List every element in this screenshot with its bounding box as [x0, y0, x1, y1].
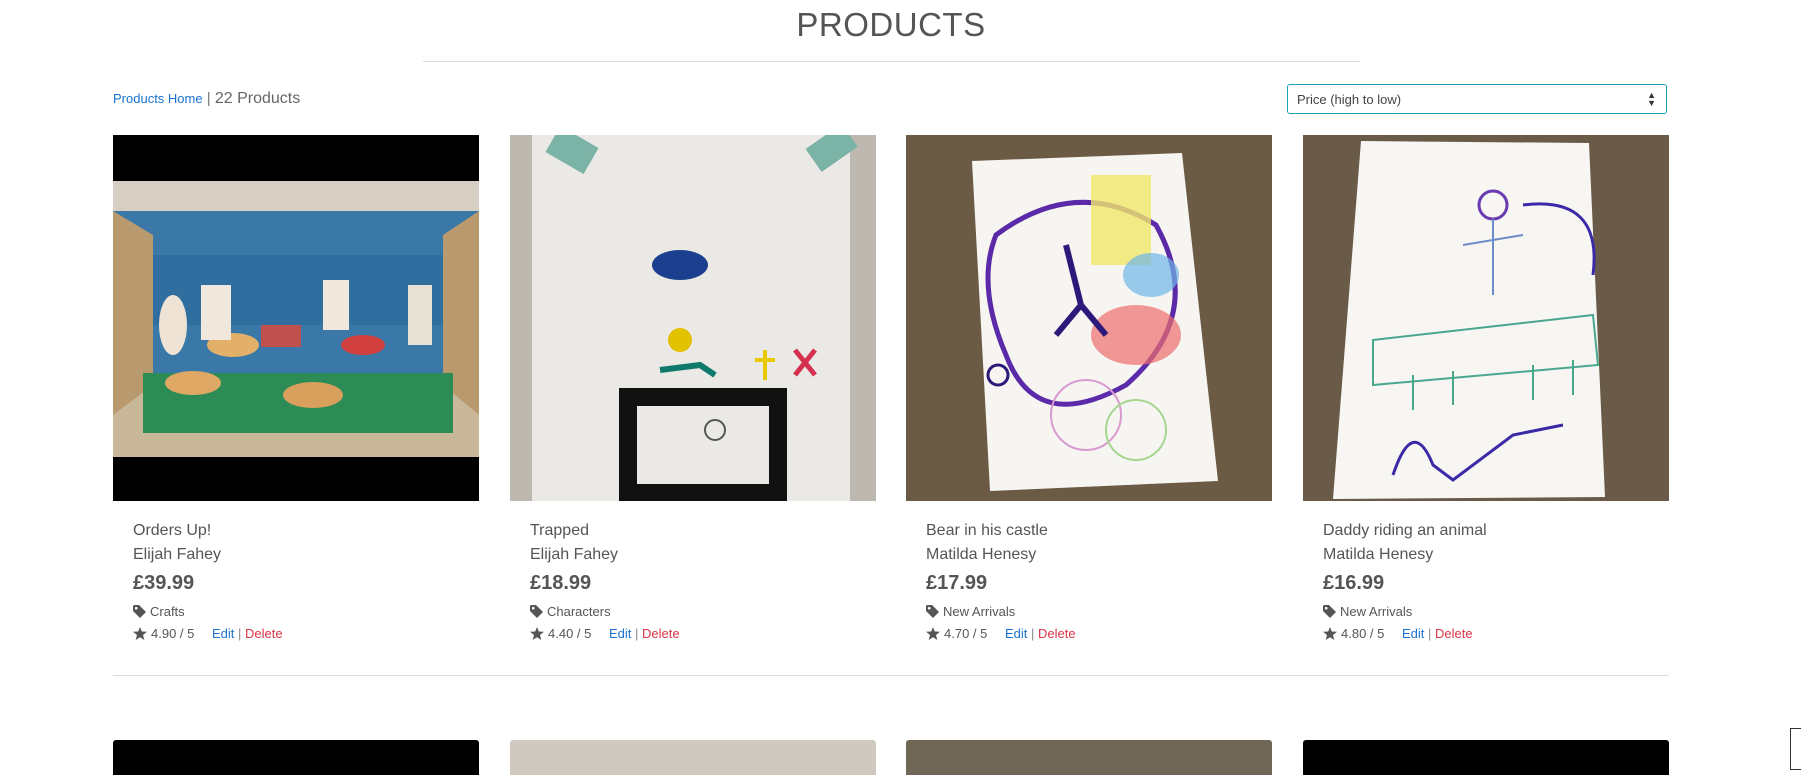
product-info: Bear in his castle Matilda Henesy £17.99…	[926, 522, 1256, 641]
link-separator: |	[238, 626, 242, 641]
product-name[interactable]: Daddy riding an animal	[1323, 522, 1653, 546]
tag-icon	[926, 605, 939, 618]
product-category[interactable]: Characters	[530, 604, 860, 626]
product-price: £16.99	[1323, 572, 1385, 594]
tag-icon	[530, 605, 543, 618]
sort-arrows-icon: ▲ ▼	[1647, 90, 1656, 108]
delete-link[interactable]: Delete	[245, 626, 283, 641]
star-icon	[926, 627, 940, 640]
star-icon	[133, 627, 147, 640]
product-artist: Elijah Fahey	[133, 546, 222, 563]
edit-link[interactable]: Edit	[212, 626, 234, 641]
product-artist: Matilda Henesy	[1323, 546, 1434, 563]
product-image[interactable]	[113, 740, 479, 775]
delete-link[interactable]: Delete	[1038, 626, 1076, 641]
delete-link[interactable]: Delete	[1435, 626, 1473, 641]
category-label: Crafts	[150, 604, 185, 619]
product-image[interactable]	[510, 740, 876, 775]
product-name[interactable]: Orders Up!	[133, 522, 463, 546]
products-toolbar: Products Home | 22 Products	[113, 90, 300, 108]
product-category[interactable]: New Arrivals	[926, 604, 1256, 626]
product-rating-row: 4.40 / 5 Edit | Delete	[530, 626, 860, 641]
delete-link[interactable]: Delete	[642, 626, 680, 641]
product-image[interactable]	[1303, 740, 1669, 775]
row-divider	[113, 675, 1669, 676]
product-rating-row: 4.90 / 5 Edit | Delete	[133, 626, 463, 641]
product-price: £18.99	[530, 572, 592, 594]
product-image[interactable]	[510, 135, 876, 501]
star-icon	[530, 627, 544, 640]
link-separator: |	[1428, 626, 1432, 641]
product-rating: 4.70 / 5	[944, 626, 988, 641]
edit-link[interactable]: Edit	[1402, 626, 1424, 641]
back-to-top-button[interactable]	[1790, 728, 1801, 770]
product-count: 22 Products	[214, 90, 301, 107]
product-price: £39.99	[133, 572, 195, 594]
product-rating-row: 4.70 / 5 Edit | Delete	[926, 626, 1256, 641]
product-name[interactable]: Trapped	[530, 522, 860, 546]
product-rating-row: 4.80 / 5 Edit | Delete	[1323, 626, 1653, 641]
link-separator: |	[635, 626, 639, 641]
product-image[interactable]	[906, 740, 1272, 775]
title-divider	[423, 61, 1360, 62]
product-rating: 4.80 / 5	[1341, 626, 1385, 641]
product-info: Trapped Elijah Fahey £18.99 Characters 4…	[530, 522, 860, 641]
product-image[interactable]	[113, 135, 479, 501]
product-image[interactable]	[906, 135, 1272, 501]
category-label: New Arrivals	[943, 604, 1016, 619]
product-category[interactable]: Crafts	[133, 604, 463, 626]
products-home-link[interactable]: Products Home	[113, 91, 203, 106]
tag-icon	[1323, 605, 1336, 618]
product-rating: 4.90 / 5	[151, 626, 195, 641]
sort-select[interactable]: Price (high to low) ▲ ▼	[1287, 84, 1667, 114]
sort-select-value: Price (high to low)	[1297, 92, 1402, 107]
link-separator: |	[1031, 626, 1035, 641]
product-rating: 4.40 / 5	[548, 626, 592, 641]
toolbar-separator: |	[206, 90, 211, 107]
edit-link[interactable]: Edit	[609, 626, 631, 641]
page-title: PRODUCTS	[796, 6, 986, 43]
product-info: Daddy riding an animal Matilda Henesy £1…	[1323, 522, 1653, 641]
product-image[interactable]	[1303, 135, 1669, 501]
tag-icon	[133, 605, 146, 618]
product-name[interactable]: Bear in his castle	[926, 522, 1256, 546]
star-icon	[1323, 627, 1337, 640]
category-label: New Arrivals	[1340, 604, 1413, 619]
category-label: Characters	[547, 604, 611, 619]
product-info: Orders Up! Elijah Fahey £39.99 Crafts 4.…	[133, 522, 463, 641]
product-artist: Matilda Henesy	[926, 546, 1037, 563]
edit-link[interactable]: Edit	[1005, 626, 1027, 641]
product-price: £17.99	[926, 572, 988, 594]
product-artist: Elijah Fahey	[530, 546, 619, 563]
product-category[interactable]: New Arrivals	[1323, 604, 1653, 626]
